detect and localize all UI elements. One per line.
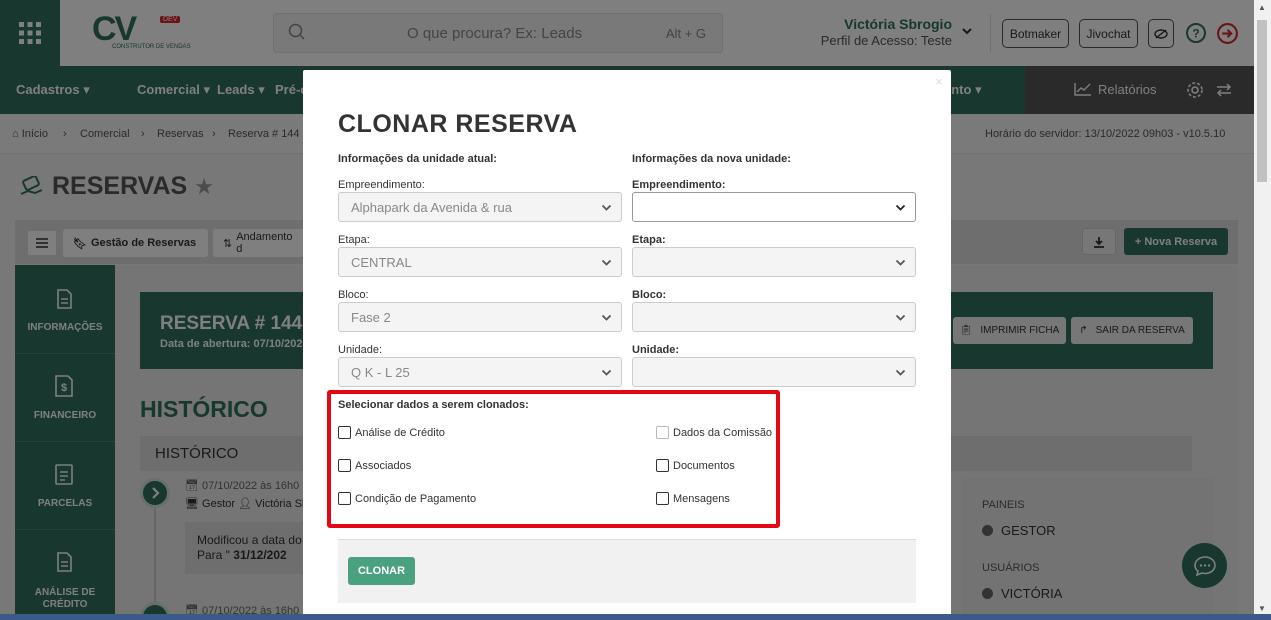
modal-footer [338, 539, 916, 603]
current-unidade-select: Q K - L 25 [338, 357, 622, 387]
new-empreendimento-label: Empreendimento: [632, 179, 726, 191]
option-label: Dados da Comissão [673, 426, 773, 439]
option-label: Condição de Pagamento [355, 492, 477, 505]
current-unit-section-label: Informações da unidade atual: [338, 153, 497, 165]
option-label: Documentos [673, 459, 735, 472]
new-empreendimento-select[interactable] [632, 192, 916, 222]
checkbox[interactable] [338, 492, 351, 505]
current-etapa-select: CENTRAL [338, 247, 622, 277]
new-etapa-select[interactable] [632, 247, 916, 277]
current-unidade-label: Unidade: [338, 344, 383, 356]
checkbox[interactable] [338, 459, 351, 472]
option-label: Associados [355, 459, 412, 472]
scroll-down-icon[interactable]: ▼ [1258, 604, 1266, 613]
chevron-down-icon [601, 204, 612, 211]
scrollbar-thumb[interactable] [1257, 20, 1267, 182]
checkbox[interactable] [656, 492, 669, 505]
new-bloco-label: Bloco: [632, 289, 667, 301]
current-etapa-label: Etapa: [338, 234, 370, 246]
option-dados-comissao: Dados da Comissão [656, 426, 772, 439]
chevron-down-icon [895, 204, 906, 211]
new-unidade-label: Unidade: [632, 344, 680, 356]
current-bloco-select: Fase 2 [338, 302, 622, 332]
chevron-down-icon [601, 369, 612, 376]
option-analise-credito[interactable]: Análise de Crédito [338, 426, 445, 439]
scroll-up-icon[interactable]: ▲ [1258, 3, 1266, 12]
chevron-down-icon [895, 369, 906, 376]
chevron-down-icon [895, 314, 906, 321]
checkbox[interactable] [338, 426, 351, 439]
current-bloco-label: Bloco: [338, 289, 369, 301]
checkbox[interactable] [656, 459, 669, 472]
current-empreendimento-label: Empreendimento: [338, 179, 425, 191]
close-icon[interactable]: × [935, 74, 943, 89]
option-associados[interactable]: Associados [338, 459, 411, 472]
clone-options-label: Selecionar dados a serem clonados: [338, 399, 529, 411]
clonar-button[interactable]: CLONAR [348, 557, 415, 585]
chevron-down-icon [601, 259, 612, 266]
new-unit-section-label: Informações da nova unidade: [632, 153, 791, 165]
option-condicao-pagamento[interactable]: Condição de Pagamento [338, 492, 476, 505]
modal-title: CLONAR RESERVA [338, 110, 578, 138]
current-empreendimento-select: Alphapark da Avenida & rua [338, 192, 622, 222]
option-label: Mensagens [673, 492, 730, 505]
chevron-down-icon [601, 314, 612, 321]
new-etapa-label: Etapa: [632, 234, 666, 246]
option-documentos[interactable]: Documentos [656, 459, 735, 472]
checkbox-disabled [656, 426, 669, 439]
option-mensagens[interactable]: Mensagens [656, 492, 730, 505]
new-bloco-select[interactable] [632, 302, 916, 332]
os-taskbar [0, 614, 1271, 620]
new-unidade-select[interactable] [632, 357, 916, 387]
option-label: Análise de Crédito [355, 426, 445, 439]
chevron-down-icon [895, 259, 906, 266]
